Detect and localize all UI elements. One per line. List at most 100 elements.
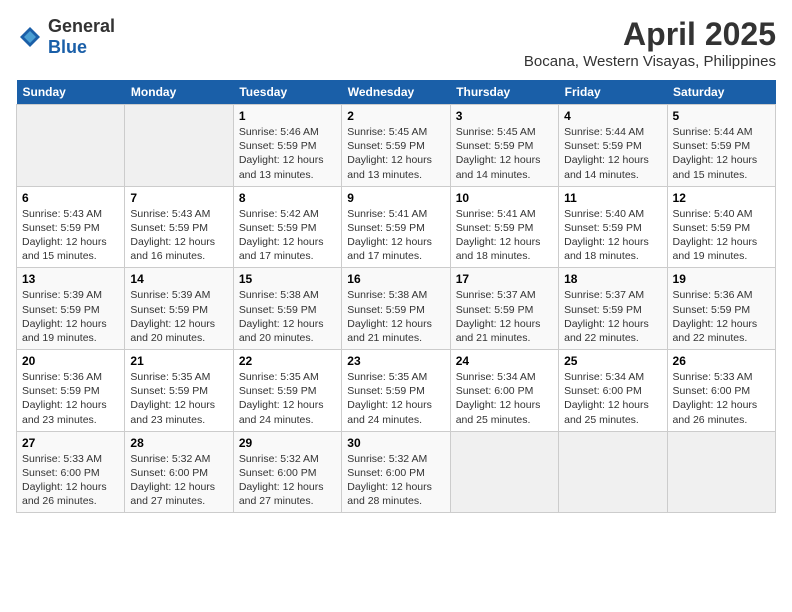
weekday-header-sunday: Sunday (17, 80, 125, 105)
day-number: 13 (22, 272, 119, 286)
calendar-cell: 19 Sunrise: 5:36 AM Sunset: 5:59 PM Dayli… (667, 268, 775, 350)
weekday-header-monday: Monday (125, 80, 233, 105)
calendar-cell (559, 431, 667, 513)
calendar-cell: 13 Sunrise: 5:39 AM Sunset: 5:59 PM Dayli… (17, 268, 125, 350)
cell-content: Sunrise: 5:45 AM Sunset: 5:59 PM Dayligh… (347, 125, 444, 182)
calendar-cell: 18Sunrise: 5:37 AM Sunset: 5:59 PM Dayli… (559, 268, 667, 350)
calendar-cell: 6 Sunrise: 5:43 AM Sunset: 5:59 PM Daylig… (17, 186, 125, 268)
calendar-cell: 7Sunrise: 5:43 AM Sunset: 5:59 PM Daylig… (125, 186, 233, 268)
calendar-cell: 8 Sunrise: 5:42 AM Sunset: 5:59 PM Daylig… (233, 186, 341, 268)
day-number: 23 (347, 354, 444, 368)
calendar-cell: 26 Sunrise: 5:33 AM Sunset: 6:00 PM Dayli… (667, 350, 775, 432)
day-number: 28 (130, 436, 227, 450)
calendar-cell: 1 Sunrise: 5:46 AM Sunset: 5:59 PM Daylig… (233, 105, 341, 187)
cell-content: Sunrise: 5:32 AM Sunset: 6:00 PM Dayligh… (239, 452, 336, 509)
calendar-cell: 25Sunrise: 5:34 AM Sunset: 6:00 PM Dayli… (559, 350, 667, 432)
calendar-cell: 15Sunrise: 5:38 AM Sunset: 5:59 PM Dayli… (233, 268, 341, 350)
day-number: 2 (347, 109, 444, 123)
day-number: 7 (130, 191, 227, 205)
calendar-cell: 17 Sunrise: 5:37 AM Sunset: 5:59 PM Dayli… (450, 268, 558, 350)
day-number: 24 (456, 354, 553, 368)
logo-blue: Blue (48, 37, 87, 57)
day-number: 4 (564, 109, 661, 123)
cell-content: Sunrise: 5:40 AM Sunset: 5:59 PM Dayligh… (673, 207, 770, 264)
cell-content: Sunrise: 5:44 AM Sunset: 5:59 PM Dayligh… (564, 125, 661, 182)
logo-text: General Blue (48, 16, 115, 58)
day-number: 6 (22, 191, 119, 205)
cell-content: Sunrise: 5:37 AM Sunset: 5:59 PM Dayligh… (456, 288, 553, 345)
cell-content: Sunrise: 5:38 AM Sunset: 5:59 PM Dayligh… (347, 288, 444, 345)
cell-content: Sunrise: 5:37 AM Sunset: 5:59 PM Dayligh… (564, 288, 661, 345)
weekday-header-wednesday: Wednesday (342, 80, 450, 105)
day-number: 14 (130, 272, 227, 286)
day-number: 10 (456, 191, 553, 205)
cell-content: Sunrise: 5:33 AM Sunset: 6:00 PM Dayligh… (673, 370, 770, 427)
cell-content: Sunrise: 5:35 AM Sunset: 5:59 PM Dayligh… (239, 370, 336, 427)
calendar-cell: 5 Sunrise: 5:44 AM Sunset: 5:59 PM Daylig… (667, 105, 775, 187)
cell-content: Sunrise: 5:32 AM Sunset: 6:00 PM Dayligh… (347, 452, 444, 509)
day-number: 22 (239, 354, 336, 368)
day-number: 11 (564, 191, 661, 205)
cell-content: Sunrise: 5:41 AM Sunset: 5:59 PM Dayligh… (456, 207, 553, 264)
logo-icon (16, 23, 44, 51)
calendar-cell: 23Sunrise: 5:35 AM Sunset: 5:59 PM Dayli… (342, 350, 450, 432)
calendar-cell: 22 Sunrise: 5:35 AM Sunset: 5:59 PM Dayli… (233, 350, 341, 432)
calendar-week-row: 27 Sunrise: 5:33 AM Sunset: 6:00 PM Dayli… (17, 431, 776, 513)
day-number: 8 (239, 191, 336, 205)
calendar-cell: 30 Sunrise: 5:32 AM Sunset: 6:00 PM Dayli… (342, 431, 450, 513)
calendar-cell: 10 Sunrise: 5:41 AM Sunset: 5:59 PM Dayli… (450, 186, 558, 268)
location: Bocana, Western Visayas, Philippines (524, 53, 776, 70)
calendar-cell (667, 431, 775, 513)
day-number: 20 (22, 354, 119, 368)
cell-content: Sunrise: 5:33 AM Sunset: 6:00 PM Dayligh… (22, 452, 119, 509)
cell-content: Sunrise: 5:39 AM Sunset: 5:59 PM Dayligh… (22, 288, 119, 345)
cell-content: Sunrise: 5:44 AM Sunset: 5:59 PM Dayligh… (673, 125, 770, 182)
day-number: 21 (130, 354, 227, 368)
weekday-header-tuesday: Tuesday (233, 80, 341, 105)
weekday-header-friday: Friday (559, 80, 667, 105)
calendar-table: SundayMondayTuesdayWednesdayThursdayFrid… (16, 80, 776, 513)
calendar-cell (450, 431, 558, 513)
calendar-cell: 4 Sunrise: 5:44 AM Sunset: 5:59 PM Daylig… (559, 105, 667, 187)
calendar-week-row: 13 Sunrise: 5:39 AM Sunset: 5:59 PM Dayli… (17, 268, 776, 350)
calendar-cell (17, 105, 125, 187)
logo-general: General (48, 16, 115, 36)
day-number: 27 (22, 436, 119, 450)
title-area: April 2025 Bocana, Western Visayas, Phil… (524, 16, 776, 70)
day-number: 19 (673, 272, 770, 286)
cell-content: Sunrise: 5:46 AM Sunset: 5:59 PM Dayligh… (239, 125, 336, 182)
calendar-cell: 24Sunrise: 5:34 AM Sunset: 6:00 PM Dayli… (450, 350, 558, 432)
calendar-cell: 20 Sunrise: 5:36 AM Sunset: 5:59 PM Dayli… (17, 350, 125, 432)
cell-content: Sunrise: 5:45 AM Sunset: 5:59 PM Dayligh… (456, 125, 553, 182)
weekday-header-saturday: Saturday (667, 80, 775, 105)
day-number: 1 (239, 109, 336, 123)
cell-content: Sunrise: 5:41 AM Sunset: 5:59 PM Dayligh… (347, 207, 444, 264)
day-number: 17 (456, 272, 553, 286)
day-number: 29 (239, 436, 336, 450)
calendar-cell: 28 Sunrise: 5:32 AM Sunset: 6:00 PM Dayli… (125, 431, 233, 513)
day-number: 30 (347, 436, 444, 450)
calendar-week-row: 1 Sunrise: 5:46 AM Sunset: 5:59 PM Daylig… (17, 105, 776, 187)
calendar-cell: 3 Sunrise: 5:45 AM Sunset: 5:59 PM Daylig… (450, 105, 558, 187)
calendar-cell: 21Sunrise: 5:35 AM Sunset: 5:59 PM Dayli… (125, 350, 233, 432)
month-year: April 2025 (524, 16, 776, 53)
cell-content: Sunrise: 5:36 AM Sunset: 5:59 PM Dayligh… (673, 288, 770, 345)
day-number: 25 (564, 354, 661, 368)
cell-content: Sunrise: 5:43 AM Sunset: 5:59 PM Dayligh… (22, 207, 119, 264)
weekday-header-thursday: Thursday (450, 80, 558, 105)
logo: General Blue (16, 16, 115, 58)
day-number: 3 (456, 109, 553, 123)
calendar-week-row: 6 Sunrise: 5:43 AM Sunset: 5:59 PM Daylig… (17, 186, 776, 268)
calendar-cell: 9Sunrise: 5:41 AM Sunset: 5:59 PM Daylig… (342, 186, 450, 268)
cell-content: Sunrise: 5:36 AM Sunset: 5:59 PM Dayligh… (22, 370, 119, 427)
cell-content: Sunrise: 5:32 AM Sunset: 6:00 PM Dayligh… (130, 452, 227, 509)
calendar-cell: 29 Sunrise: 5:32 AM Sunset: 6:00 PM Dayli… (233, 431, 341, 513)
calendar-cell (125, 105, 233, 187)
cell-content: Sunrise: 5:42 AM Sunset: 5:59 PM Dayligh… (239, 207, 336, 264)
day-number: 26 (673, 354, 770, 368)
cell-content: Sunrise: 5:38 AM Sunset: 5:59 PM Dayligh… (239, 288, 336, 345)
calendar-week-row: 20 Sunrise: 5:36 AM Sunset: 5:59 PM Dayli… (17, 350, 776, 432)
cell-content: Sunrise: 5:40 AM Sunset: 5:59 PM Dayligh… (564, 207, 661, 264)
weekday-header-row: SundayMondayTuesdayWednesdayThursdayFrid… (17, 80, 776, 105)
day-number: 5 (673, 109, 770, 123)
